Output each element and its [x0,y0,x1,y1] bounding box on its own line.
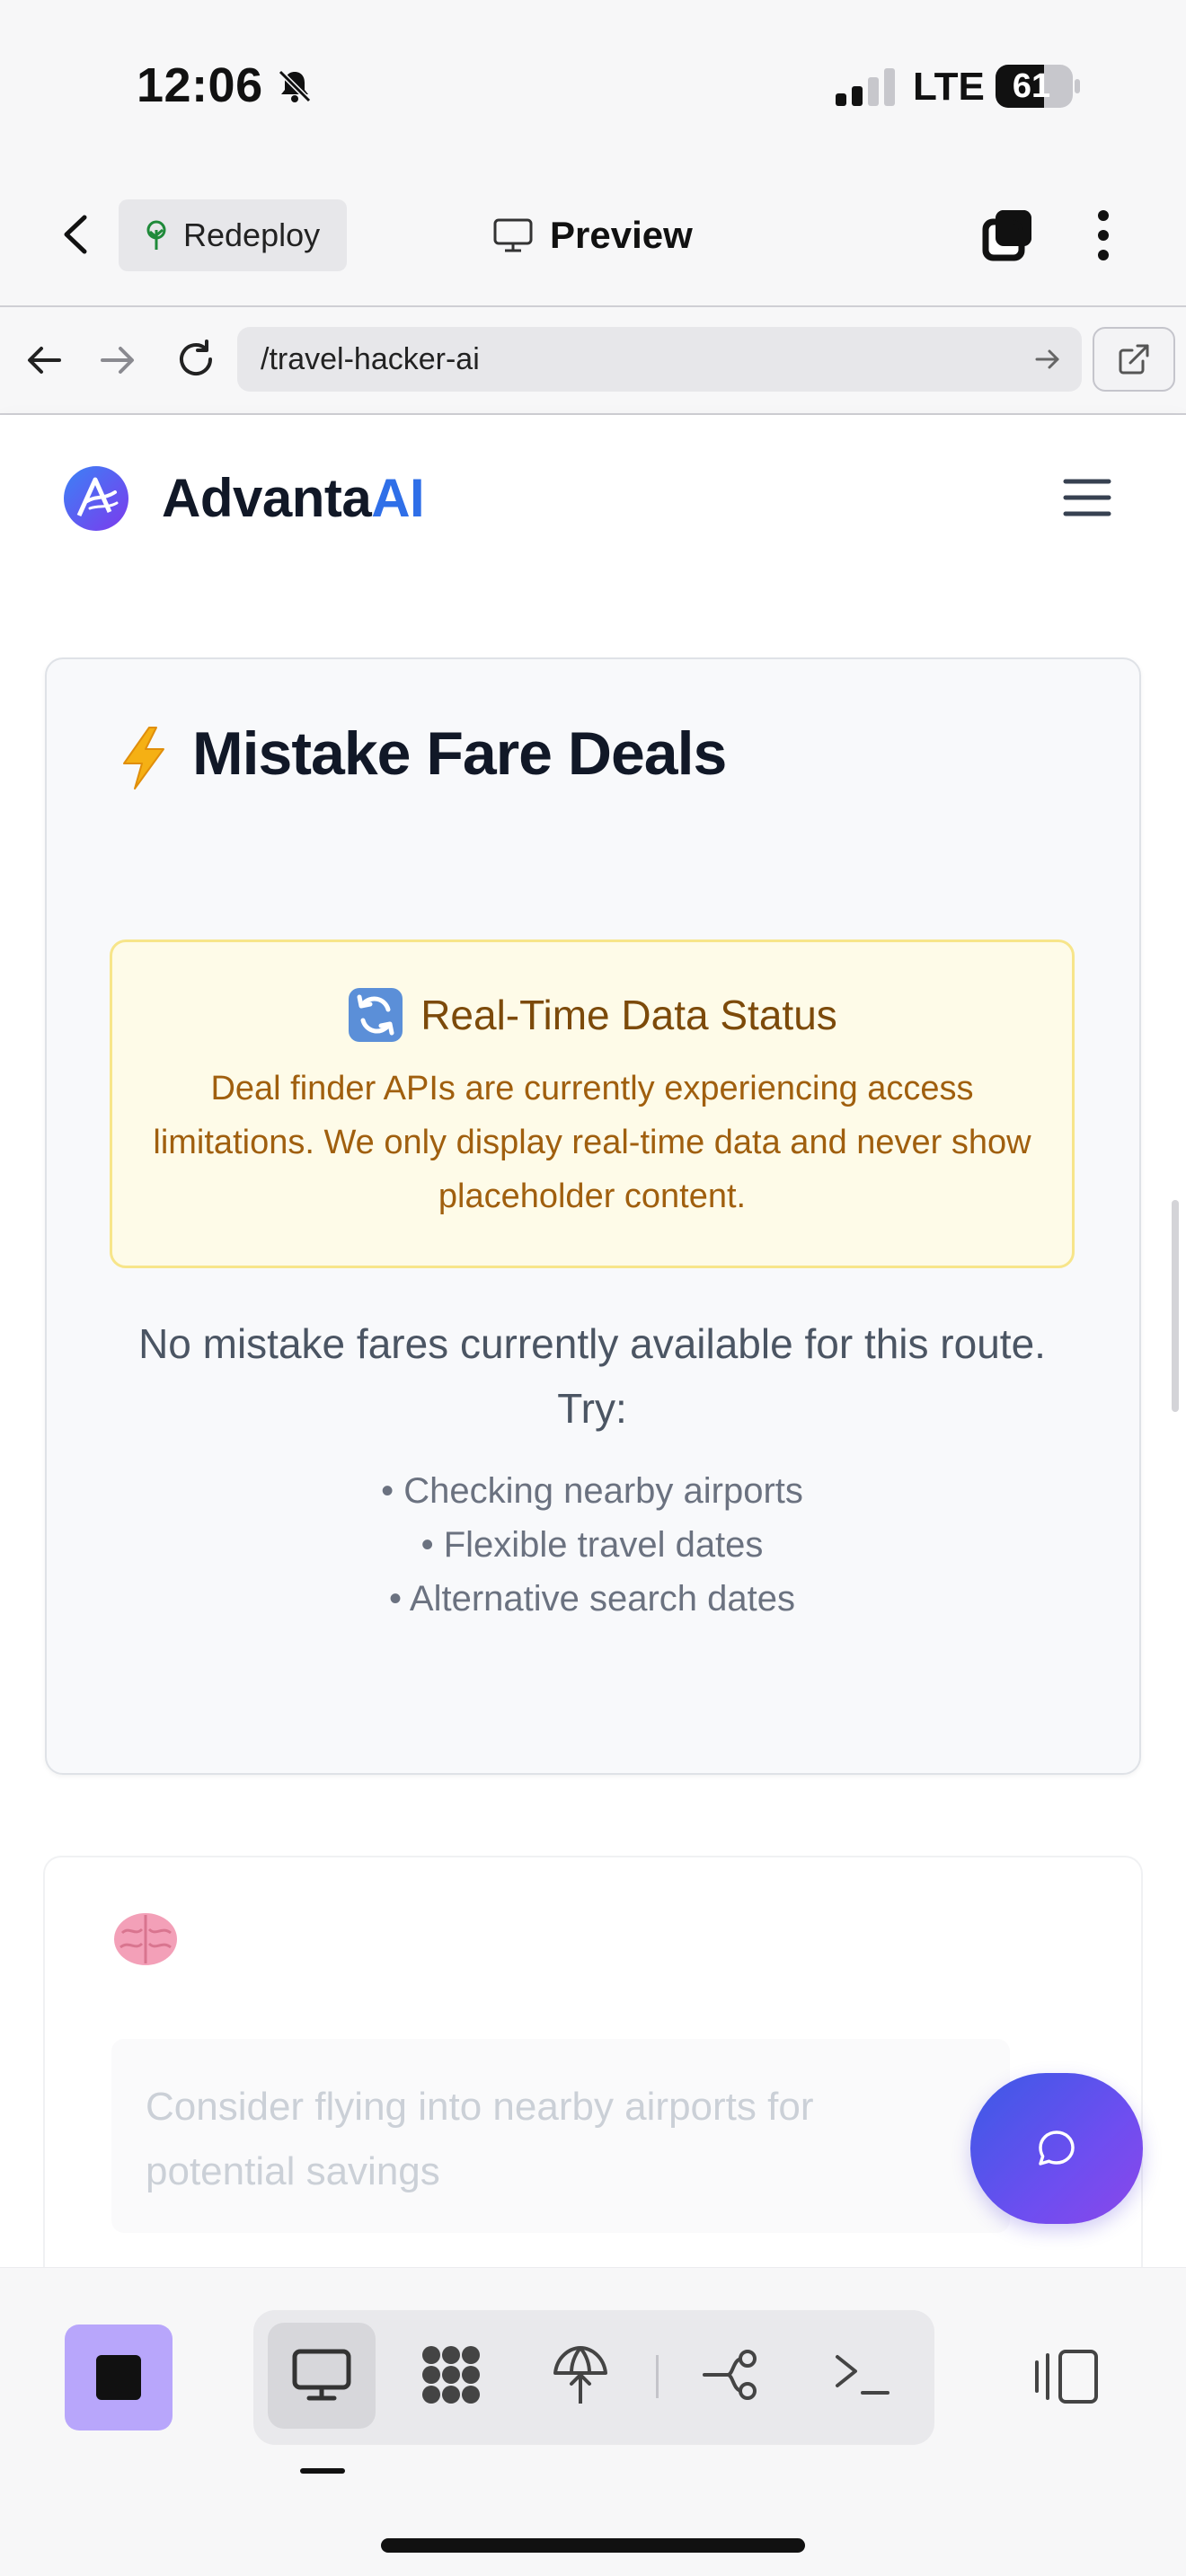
lightning-icon [123,727,164,790]
brain-icon [114,1913,177,1965]
signal-icon [836,68,895,106]
go-arrow-icon[interactable] [1033,345,1062,374]
insight-text: Consider flying into nearby airports for… [146,2085,814,2193]
tree-icon [146,220,166,250]
arrow-left-icon[interactable] [25,341,63,379]
redeploy-label: Redeploy [183,216,321,253]
brand-main: Advanta [162,468,372,528]
network-label: LTE [913,65,985,109]
stop-button[interactable] [65,2325,173,2430]
brand-name[interactable]: AdvantaAI [162,467,425,529]
notice-body: Deal finder APIs are currently experienc… [153,1070,1031,1215]
stop-icon [96,2355,141,2400]
chat-bubble-icon [1039,2130,1075,2166]
more-vertical-icon[interactable] [1087,208,1120,262]
suggestion-item: • Flexible travel dates [420,1525,764,1565]
empty-state-message: No mistake fares currently available for… [138,1320,1046,1432]
tabs-icon[interactable] [979,207,1037,264]
url-input[interactable]: /travel-hacker-ai [237,327,1082,392]
notice-title: Real-Time Data Status [420,992,837,1038]
preview-tab[interactable]: Preview [492,208,693,262]
suggestion-item: • Alternative search dates [388,1579,796,1619]
active-tab-indicator [300,2468,345,2474]
card-title: Mistake Fare Deals [192,719,727,788]
notice-header: Real-Time Data Status [110,986,1075,1044]
back-icon[interactable] [58,212,93,257]
scrollbar-thumb[interactable] [1172,1200,1179,1412]
bell-slash-icon [278,69,312,103]
suggestion-list: • Checking nearby airports • Flexible tr… [137,1464,1048,1626]
preview-label: Preview [550,214,693,256]
external-link-icon [1119,344,1149,375]
arrow-right-icon[interactable] [99,341,137,379]
reload-icon[interactable] [174,338,217,381]
hamburger-menu-icon[interactable] [1062,476,1112,519]
monitor-icon[interactable] [289,2342,354,2407]
chat-button[interactable] [970,2073,1143,2224]
monitor-icon [493,218,533,252]
status-time: 12:06 [137,58,263,112]
git-branch-icon[interactable] [701,2342,766,2407]
modules-icon[interactable] [419,2342,483,2407]
side-panel-icon[interactable] [1033,2344,1102,2409]
toolbar-divider [656,2355,659,2398]
refresh-emoji-icon [349,988,403,1042]
terminal-icon[interactable] [830,2342,895,2407]
open-external-button[interactable] [1093,327,1175,392]
suggestion-item: • Checking nearby airports [381,1471,803,1511]
brand-accent: AI [371,468,425,528]
home-indicator[interactable] [381,2538,805,2553]
advanta-logo-icon[interactable] [63,465,129,532]
deploy-icon[interactable] [548,2342,613,2407]
redeploy-button[interactable]: Redeploy [119,199,347,271]
battery-level: 61 [1012,67,1051,105]
